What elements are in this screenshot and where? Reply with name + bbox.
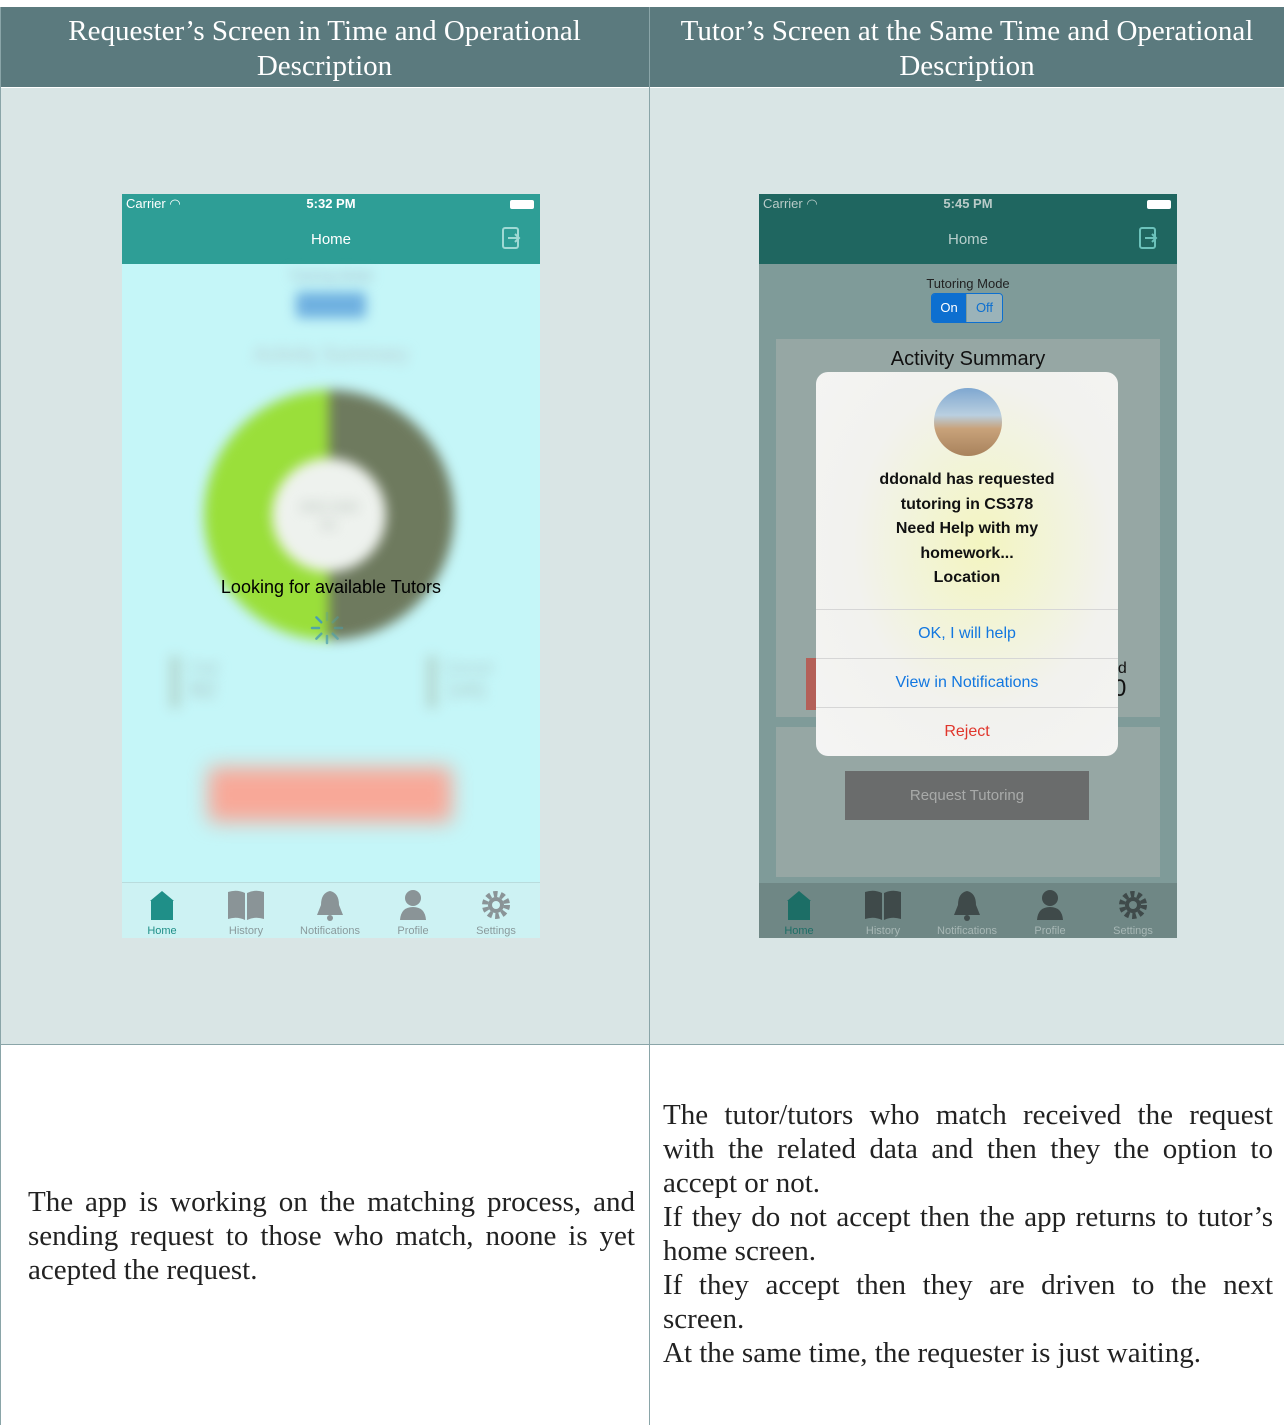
request-tutoring-button[interactable]: Request Tutoring — [845, 771, 1089, 820]
reject-button[interactable]: Reject — [816, 707, 1118, 756]
tab-history[interactable]: History — [843, 889, 923, 937]
tab-settings[interactable]: Settings — [456, 889, 536, 937]
nav-bar: Home — [122, 214, 540, 264]
blurred-donut-center — [272, 458, 386, 572]
status-time: 5:32 PM — [306, 196, 356, 211]
tab-label: Profile — [397, 925, 429, 937]
activity-summary-title: Activity Summary — [890, 348, 1046, 370]
alert-line: ddonald has requested — [879, 471, 1055, 488]
looking-for-tutors-text: Looking for available Tutors — [220, 577, 442, 597]
battery-icon — [1147, 200, 1171, 209]
tab-bar: Home History Notifications Profile Setti… — [122, 882, 540, 938]
tab-label: Profile — [1034, 925, 1066, 937]
tab-label: Settings — [476, 925, 516, 937]
blurred-paid-label: Paid — [190, 659, 219, 675]
alert-line: Need Help with my — [895, 520, 1039, 537]
toggle-off[interactable]: Off — [967, 294, 1002, 322]
comparison-table: Requester’s Screen in Time and Operation… — [0, 0, 1284, 1425]
blurred-earned-label: Earned — [447, 659, 493, 675]
blurred-request-button — [208, 767, 452, 822]
tab-profile[interactable]: Profile — [373, 889, 453, 937]
tab-label: Settings — [1113, 925, 1153, 937]
logout-icon[interactable] — [1139, 227, 1159, 249]
tutoring-request-alert: ddonald has requested tutoring in CS378 … — [816, 372, 1118, 756]
tab-home[interactable]: Home — [759, 889, 839, 937]
status-time: 5:45 PM — [943, 196, 993, 211]
person-icon — [1037, 890, 1063, 920]
table-divider-horizontal — [0, 1044, 1284, 1045]
tutoring-mode-label: Tutoring Mode — [926, 276, 1010, 291]
ok-help-button[interactable]: OK, I will help — [816, 609, 1118, 658]
tab-label: Notifications — [937, 925, 997, 937]
tab-history[interactable]: History — [206, 889, 286, 937]
description-left: The app is working on the matching proce… — [28, 1186, 635, 1286]
description-paragraph: If they accept then they are driven to t… — [663, 1269, 1273, 1335]
bell-icon — [954, 891, 980, 921]
book-icon — [228, 890, 264, 920]
avatar — [934, 388, 1002, 456]
toggle-on[interactable]: On — [932, 294, 966, 322]
table-border-left — [0, 7, 1, 1425]
tab-notifications[interactable]: Notifications — [290, 889, 370, 937]
home-icon — [787, 891, 811, 920]
tutoring-mode-toggle[interactable]: On Off — [931, 293, 1003, 323]
status-bar: Carrier ◠ 5:45 PM — [759, 194, 1177, 214]
alert-line: homework... — [920, 544, 1014, 562]
header-right: Tutor’s Screen at the Same Time and Oper… — [650, 7, 1284, 87]
tab-label: History — [865, 925, 901, 937]
nav-title: Home — [947, 231, 988, 248]
battery-icon — [510, 200, 534, 209]
blurred-dots-total-value: 61 — [321, 516, 337, 532]
alert-message: ddonald has requested tutoring in CS378 … — [836, 468, 1098, 591]
tab-bar: Home History Notifications Profile Setti… — [759, 883, 1177, 938]
tab-label: Home — [784, 925, 814, 937]
book-icon — [865, 890, 901, 920]
gear-icon — [1119, 891, 1147, 919]
tab-notifications[interactable]: Notifications — [927, 889, 1007, 937]
blurred-paid-bar — [170, 656, 180, 708]
tutor-phone-screenshot: Carrier ◠ 5:45 PM Home Tutoring Mode On … — [759, 194, 1177, 938]
nav-bar: Home — [759, 214, 1177, 264]
table-divider-vertical — [649, 7, 650, 1425]
description-right: The tutor/tutors who match received the … — [663, 1098, 1273, 1370]
blurred-earned-bar — [427, 656, 437, 708]
blurred-dots-total-label: dots total — [300, 498, 358, 514]
description-paragraph: At the same time, the requester is just … — [663, 1337, 1201, 1369]
nav-title: Home — [310, 231, 351, 248]
tab-label: History — [228, 925, 264, 937]
loading-spinner-icon — [310, 611, 344, 645]
blurred-activity-summary: Activity Summary — [253, 344, 409, 366]
description-paragraph: If they do not accept then the app retur… — [663, 1201, 1273, 1267]
alert-line: Location — [933, 569, 1001, 586]
logout-icon[interactable] — [502, 227, 522, 249]
requester-phone-screenshot: Carrier ◠ 5:32 PM Home Tutoring Mode Act… — [122, 194, 540, 938]
tab-settings[interactable]: Settings — [1093, 889, 1173, 937]
person-icon — [400, 890, 426, 920]
header-left: Requester’s Screen in Time and Operation… — [0, 7, 649, 87]
tab-profile[interactable]: Profile — [1010, 889, 1090, 937]
description-paragraph: The tutor/tutors who match received the … — [663, 1099, 1273, 1199]
tab-label: Home — [147, 925, 177, 937]
bell-icon — [317, 891, 343, 921]
tab-home[interactable]: Home — [122, 889, 202, 937]
gear-icon — [482, 891, 510, 919]
blurred-paid-value: 82 — [190, 676, 217, 703]
tab-label: Notifications — [300, 925, 360, 937]
blurred-mode-toggle — [296, 292, 366, 318]
blurred-earned-value: 141 — [447, 676, 488, 703]
blurred-tutoring-mode: Tutoring Mode — [289, 268, 373, 283]
alert-line: tutoring in CS378 — [900, 495, 1034, 513]
status-bar: Carrier ◠ 5:32 PM — [122, 194, 540, 214]
view-notifications-button[interactable]: View in Notifications — [816, 658, 1118, 707]
home-icon — [150, 891, 174, 920]
